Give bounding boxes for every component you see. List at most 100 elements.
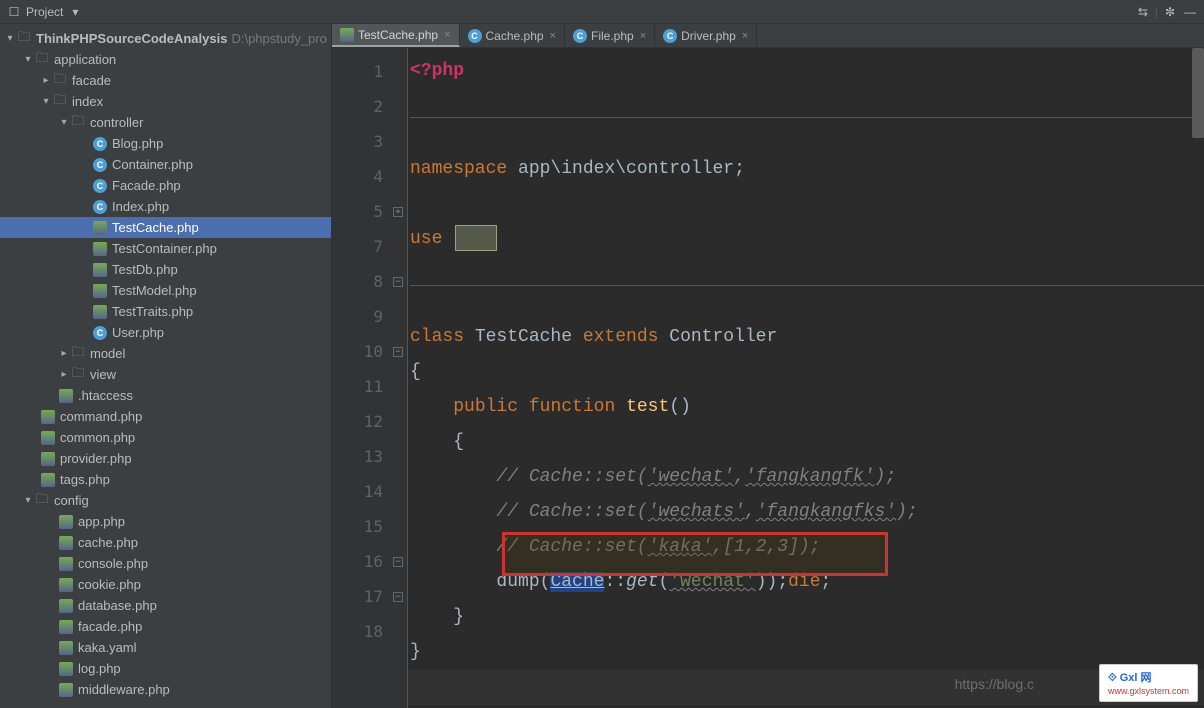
project-icon: ☐ [6,4,22,20]
folder-icon [34,493,50,509]
class-icon: C [573,29,587,43]
file-common[interactable]: common.php [0,427,331,448]
file-facadephp[interactable]: facade.php [0,616,331,637]
file-facade[interactable]: CFacade.php [0,175,331,196]
project-sidebar[interactable]: ThinkPHPSourceCodeAnalysis D:\phpstudy_p… [0,24,332,708]
folder-icon [52,94,68,110]
chevron-down-icon[interactable] [4,33,16,44]
php-icon [59,662,73,676]
file-indexphp[interactable]: CIndex.php [0,196,331,217]
file-cookiephp[interactable]: cookie.php [0,574,331,595]
close-icon[interactable]: × [742,30,748,42]
class-icon: C [93,137,107,151]
file-testdb[interactable]: TestDb.php [0,259,331,280]
folder-icon [34,52,50,68]
chevron-down-icon[interactable] [58,117,70,128]
dropdown-icon[interactable]: ▾ [67,4,83,20]
file-tags[interactable]: tags.php [0,469,331,490]
file-htaccess[interactable]: .htaccess [0,385,331,406]
file-logphp[interactable]: log.php [0,658,331,679]
php-icon [93,221,107,235]
tab-testcache[interactable]: TestCache.php× [332,24,460,47]
comment: // Cache::set('wechats','fangkangfks'); [496,502,917,522]
scrollbar-thumb[interactable] [1192,48,1204,138]
file-icon [59,389,73,403]
php-icon [59,683,73,697]
chevron-down-icon[interactable] [22,495,34,506]
file-user[interactable]: CUser.php [0,322,331,343]
fold-icon[interactable]: + [393,207,403,217]
file-provider[interactable]: provider.php [0,448,331,469]
tab-cache[interactable]: CCache.php× [460,24,565,47]
tree-facade[interactable]: facade [0,70,331,91]
file-container[interactable]: CContainer.php [0,154,331,175]
folder-icon [70,115,86,131]
file-testcache[interactable]: TestCache.php [0,217,331,238]
chevron-right-icon[interactable] [58,348,70,359]
file-tree: ThinkPHPSourceCodeAnalysis D:\phpstudy_p… [0,24,331,700]
file-command[interactable]: command.php [0,406,331,427]
close-icon[interactable]: × [444,29,450,41]
tree-root[interactable]: ThinkPHPSourceCodeAnalysis D:\phpstudy_p… [0,28,331,49]
tab-driver[interactable]: CDriver.php× [655,24,757,47]
tree-controller[interactable]: controller [0,112,331,133]
file-blog[interactable]: CBlog.php [0,133,331,154]
hide-icon[interactable]: — [1182,4,1198,20]
close-icon[interactable]: × [550,30,556,42]
folder-icon [16,31,32,47]
tree-application[interactable]: application [0,49,331,70]
tree-index[interactable]: index [0,91,331,112]
tree-config[interactable]: config [0,490,331,511]
chevron-down-icon[interactable] [40,96,52,107]
project-label: Project [26,5,63,19]
php-icon [41,410,55,424]
file-kakayaml[interactable]: kaka.yaml [0,637,331,658]
file-middlewarephp[interactable]: middleware.php [0,679,331,700]
gear-icon[interactable]: ✼ [1162,4,1178,20]
fold-icon[interactable]: − [393,557,403,567]
chevron-down-icon[interactable] [22,54,34,65]
php-icon [59,515,73,529]
fold-icon[interactable]: − [393,277,403,287]
line-gutter: 1234 5+ 7 8− 9 10− 1112131415 16− 17− 18 [332,48,408,708]
yaml-icon [59,641,73,655]
chevron-right-icon[interactable] [40,75,52,86]
folded-use-block[interactable] [455,225,497,251]
php-icon [93,284,107,298]
php-icon [59,578,73,592]
chevron-right-icon[interactable] [58,369,70,380]
file-consolephp[interactable]: console.php [0,553,331,574]
php-icon [93,242,107,256]
php-icon [41,473,55,487]
fold-icon[interactable]: − [393,592,403,602]
highlighted-line: dump(Cache::get('wechat'));die; [408,565,1204,600]
file-testmodel[interactable]: TestModel.php [0,280,331,301]
code-content[interactable]: <?php namespace app\index\controller; us… [408,48,1204,708]
close-icon[interactable]: × [640,30,646,42]
file-cachephp[interactable]: cache.php [0,532,331,553]
file-testcontainer[interactable]: TestContainer.php [0,238,331,259]
comment: // Cache::set('wechat','fangkangfk'); [496,467,896,487]
tab-file[interactable]: CFile.php× [565,24,655,47]
fold-icon[interactable]: − [393,347,403,357]
collapse-icon[interactable]: ⇆ [1135,4,1151,20]
project-toolbar: ☐ Project ▾ ⇆ | ✼ — [0,0,1204,24]
blog-url-text: https://blog.c [955,676,1034,692]
php-icon [59,599,73,613]
php-icon [340,28,354,42]
comment: // Cache::set('kaka',[1,2,3]); [496,537,820,557]
tree-view[interactable]: view [0,364,331,385]
watermark-badge: ⟐ Gxl 网 www.gxlsystem.com [1099,664,1198,702]
file-testtraits[interactable]: TestTraits.php [0,301,331,322]
folder-icon [70,367,86,383]
file-databasephp[interactable]: database.php [0,595,331,616]
editor-body[interactable]: 1234 5+ 7 8− 9 10− 1112131415 16− 17− 18… [332,48,1204,708]
folder-icon [70,346,86,362]
class-icon: C [93,158,107,172]
php-icon [93,305,107,319]
class-icon: C [468,29,482,43]
tree-model[interactable]: model [0,343,331,364]
class-icon: C [93,326,107,340]
php-icon [93,263,107,277]
file-appphp[interactable]: app.php [0,511,331,532]
